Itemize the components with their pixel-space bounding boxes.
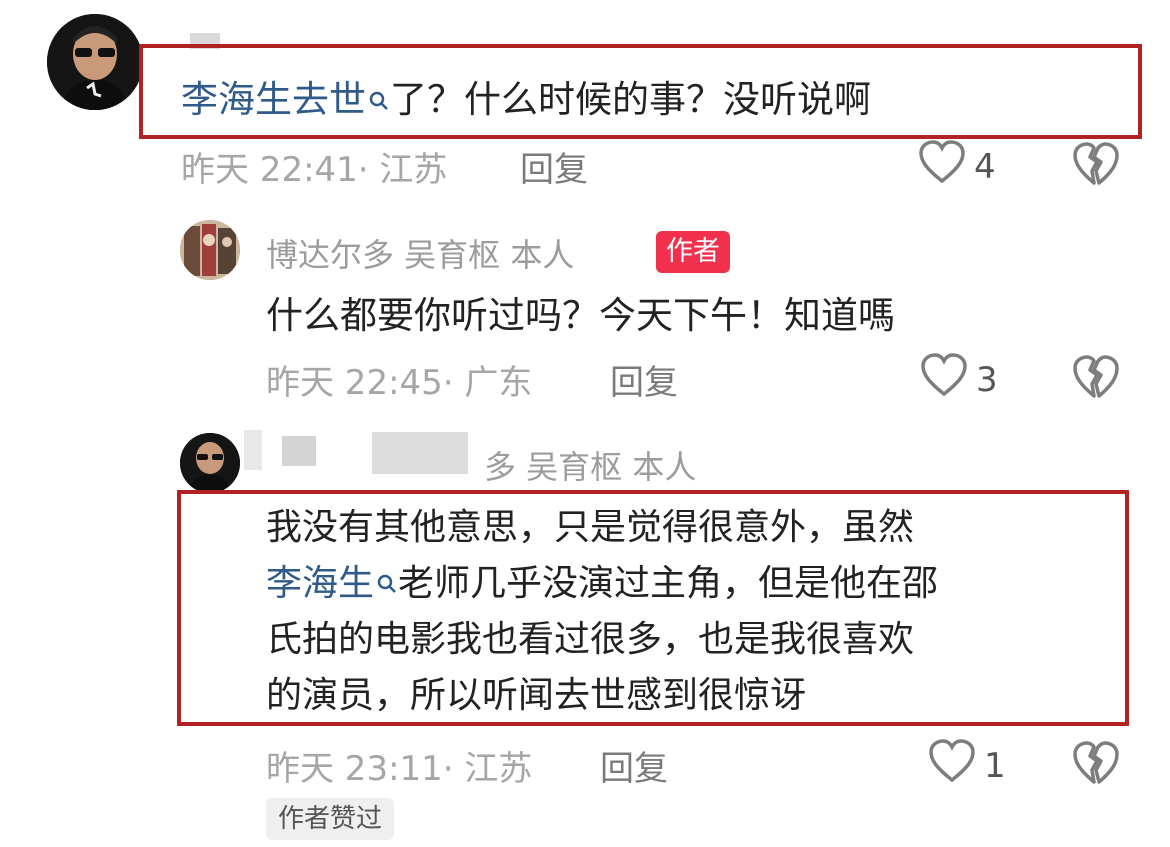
reply-button[interactable]: 回复: [600, 741, 668, 790]
heart-icon: [920, 353, 968, 406]
broken-heart-icon: [1072, 741, 1120, 790]
heart-icon: [918, 140, 966, 193]
like-count: 3: [976, 359, 998, 400]
like-button[interactable]: 1: [928, 739, 1006, 792]
broken-heart-icon: [1072, 142, 1120, 191]
commenter-avatar[interactable]: [180, 433, 240, 493]
like-count: 4: [974, 146, 996, 187]
comment-line: 氏拍的电影我也看过很多，也是我很喜欢: [266, 619, 915, 660]
comment-line: 的演员，所以听闻去世感到很惊讶: [266, 675, 807, 716]
blurred-username: [372, 432, 468, 474]
comment-line-rest: 老师几乎没演过主角，但是他在邵: [398, 563, 939, 604]
dislike-button[interactable]: [1072, 740, 1120, 790]
reply-time-location: 昨天 22:45· 广东: [266, 363, 533, 403]
reply-text: 什么都要你听过吗？今天下午！知道嗎: [266, 294, 895, 337]
comment-line: 李海生 老师几乎没演过主角，但是他在邵: [266, 556, 938, 612]
blurred-username: [282, 436, 316, 466]
author-badge: 作者: [656, 231, 730, 273]
search-link[interactable]: 李海生去世: [181, 78, 366, 121]
dislike-button[interactable]: [1072, 141, 1120, 191]
comment-time-location: 昨天 23:11· 江苏: [266, 749, 533, 789]
search-link[interactable]: 李海生: [266, 563, 374, 604]
author-name[interactable]: 博达尔多 吴育枢 本人: [266, 230, 574, 276]
heart-icon: [928, 739, 976, 792]
reply-button[interactable]: 回复: [610, 355, 678, 404]
search-icon[interactable]: [376, 556, 398, 612]
comment-text-rest: 了？什么时候的事？没听说啊: [390, 78, 871, 121]
comment-time-location: 昨天 22:41· 江苏: [181, 150, 448, 190]
author-avatar[interactable]: [180, 220, 240, 280]
comment-text: 李海生去世 了？什么时候的事？没听说啊: [181, 72, 871, 128]
reply-button[interactable]: 回复: [520, 142, 588, 191]
commenter-name[interactable]: 多 吴育枢 本人: [484, 442, 696, 488]
dislike-button[interactable]: [1072, 354, 1120, 404]
comment-text: 我没有其他意思，只是觉得很意外，虽然 李海生 老师几乎没演过主角，但是他在邵 氏拍…: [266, 500, 938, 724]
comment-line: 我没有其他意思，只是觉得很意外，虽然: [266, 507, 915, 548]
like-button[interactable]: 4: [918, 140, 996, 193]
author-liked-tag: 作者赞过: [266, 798, 395, 840]
like-button[interactable]: 3: [920, 353, 998, 406]
like-count: 1: [984, 745, 1006, 786]
search-icon[interactable]: [368, 72, 390, 128]
broken-heart-icon: [1072, 355, 1120, 404]
blurred-username: [244, 430, 262, 470]
commenter-avatar[interactable]: [47, 14, 143, 110]
